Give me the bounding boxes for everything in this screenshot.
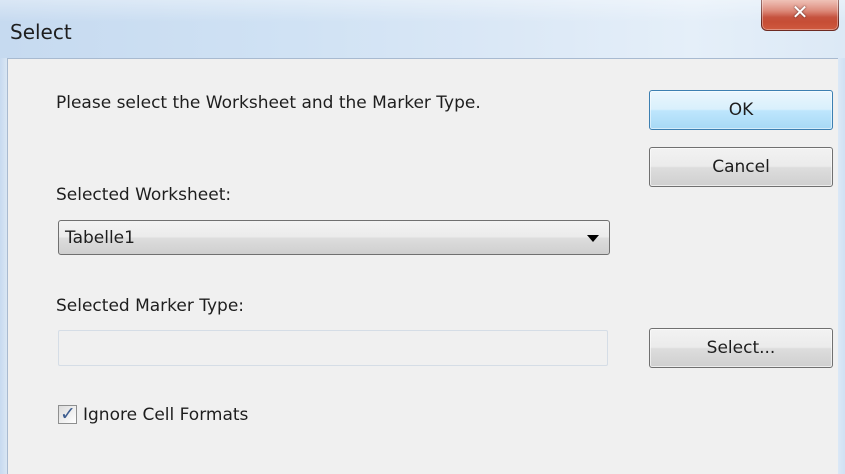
window-title: Select: [10, 20, 72, 44]
title-bar[interactable]: Select ✕: [0, 0, 845, 58]
instruction-text: Please select the Worksheet and the Mark…: [56, 93, 481, 113]
select-marker-button[interactable]: Select...: [649, 328, 833, 368]
ignore-cell-formats-checkbox[interactable]: ✓: [58, 403, 77, 425]
marker-type-label: Selected Marker Type:: [56, 296, 245, 316]
worksheet-select-value: Tabelle1: [65, 228, 135, 248]
cancel-button[interactable]: Cancel: [649, 147, 833, 187]
ok-button[interactable]: OK: [649, 90, 833, 130]
ignore-cell-formats-label[interactable]: Ignore Cell Formats: [83, 404, 248, 426]
worksheet-select[interactable]: Tabelle1: [58, 220, 610, 255]
marker-type-field: [58, 330, 608, 366]
select-dialog-window: Select ✕ Please select the Worksheet and…: [0, 0, 845, 474]
window-frame-right: [838, 58, 845, 474]
chevron-down-icon[interactable]: [587, 235, 599, 242]
close-button[interactable]: ✕: [761, 0, 839, 31]
close-icon: ✕: [791, 0, 809, 24]
window-frame-left: [0, 58, 7, 474]
checkmark-icon: ✓: [60, 403, 76, 425]
worksheet-label: Selected Worksheet:: [56, 185, 232, 205]
